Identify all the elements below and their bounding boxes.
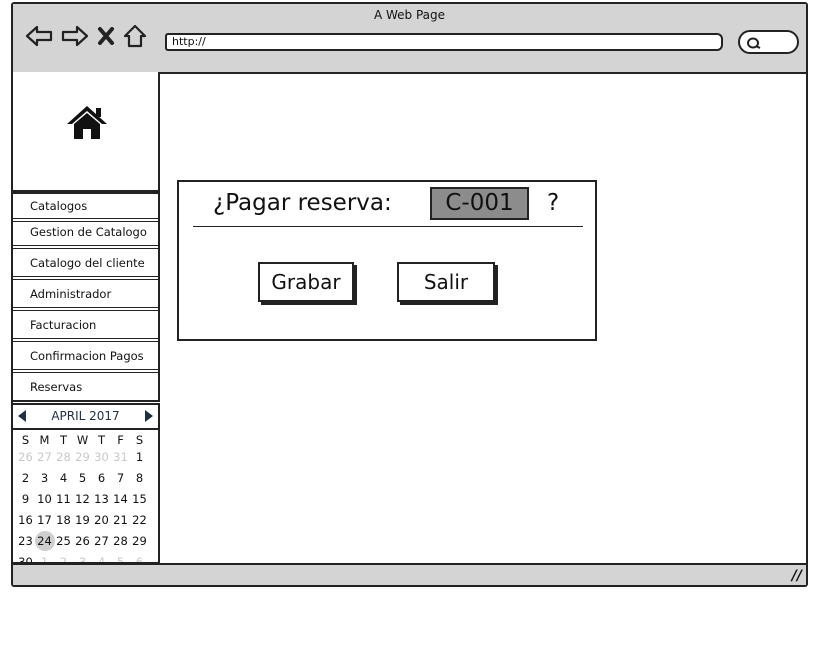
menu-item-administrador[interactable]: Administrador — [13, 284, 156, 304]
calendar-weeks: 26 27 28 29 30 31 1 2 3 4 5 6 7 8 9 10 11 12 13 14 15 16 17 18 1… — [16, 448, 149, 562]
menu-item-facturacion[interactable]: Facturacion — [13, 315, 156, 335]
save-button[interactable]: Grabar — [258, 262, 354, 302]
calendar-day[interactable]: 3 — [35, 469, 54, 490]
status-bar: // — [13, 563, 806, 585]
menu-item-catalogos[interactable]: Catalogos — [13, 196, 156, 216]
calendar-week: 2345678 — [16, 469, 149, 490]
menu-item-reservas[interactable]: Reservas — [13, 377, 156, 397]
calendar-day[interactable]: 31 — [111, 448, 130, 469]
search-button[interactable] — [738, 30, 799, 54]
calendar-week: 16 17 18 19 20 21 22 — [16, 511, 149, 532]
calendar-weekdays: S M T W T F S — [16, 432, 149, 448]
calendar-day[interactable]: 18 — [54, 511, 73, 532]
calendar-day[interactable]: 5 — [73, 469, 92, 490]
calendar-day[interactable]: 10 — [35, 490, 54, 511]
calendar-day[interactable]: 16 — [16, 511, 35, 532]
calendar-grid: S M T W T F S 26 27 28 29 30 31 1 2 3 4 5 6 7 8 9 10 11 1… — [16, 432, 149, 562]
browser-window: A Web Page http:// Catalogos Gestion de … — [11, 2, 808, 587]
calendar-day[interactable]: 24 — [35, 531, 55, 553]
dialog-question-end: ? — [547, 190, 560, 216]
calendar-day[interactable]: 2 — [16, 469, 35, 490]
calendar-day[interactable]: 7 — [111, 469, 130, 490]
dialog-question: ¿Pagar reserva: — [213, 190, 392, 216]
calendar-day[interactable]: 29 — [130, 532, 149, 553]
calendar-day[interactable]: 13 — [92, 490, 111, 511]
calendar-header: APRIL 2017 — [13, 405, 158, 430]
resize-grip-icon[interactable]: // — [792, 568, 802, 584]
calendar-month: APRIL 2017 — [51, 409, 120, 423]
close-icon[interactable] — [97, 26, 115, 46]
browser-toolbar: A Web Page http:// — [13, 4, 806, 74]
calendar-day[interactable]: 17 — [35, 511, 54, 532]
calendar-day[interactable]: 23 — [16, 532, 35, 553]
dialog-divider — [193, 226, 583, 227]
menu-item-gestion-de-catalogo[interactable]: Gestion de Catalogo — [13, 222, 156, 242]
calendar-day[interactable]: 25 — [54, 532, 73, 553]
calendar-day[interactable]: 28 — [111, 532, 130, 553]
calendar-day[interactable]: 21 — [111, 511, 130, 532]
weekday-label: S — [135, 433, 144, 447]
url-input[interactable]: http:// — [165, 33, 723, 51]
calendar-day[interactable]: 6 — [92, 469, 111, 490]
weekday-label: T — [59, 433, 68, 447]
calendar-day[interactable]: 8 — [130, 469, 149, 490]
home-icon[interactable] — [65, 104, 109, 140]
calendar-week: 9 10 11 12 13 14 15 — [16, 490, 149, 511]
nav-buttons — [25, 24, 147, 48]
sidebar-menu: Catalogos Gestion de Catalogo Catalogo d… — [13, 192, 160, 402]
weekday-label: W — [76, 433, 89, 447]
menu-item-confirmacion-pagos[interactable]: Confirmacion Pagos — [13, 346, 156, 366]
calendar-day[interactable]: 9 — [16, 490, 35, 511]
calendar-day[interactable]: 20 — [92, 511, 111, 532]
calendar-week: 23 24 25 26 27 28 29 — [16, 531, 149, 553]
calendar-day[interactable]: 29 — [73, 448, 92, 469]
calendar-day[interactable]: 4 — [54, 469, 73, 490]
calendar-day[interactable]: 12 — [73, 490, 92, 511]
logo-panel — [13, 72, 160, 192]
menu-divider — [13, 369, 158, 373]
menu-divider — [13, 245, 158, 249]
exit-button[interactable]: Salir — [397, 262, 495, 302]
calendar-day[interactable]: 28 — [54, 448, 73, 469]
weekday-label: F — [117, 433, 124, 447]
window-title: A Web Page — [373, 8, 446, 22]
calendar-day[interactable]: 27 — [35, 448, 54, 469]
search-icon — [747, 37, 761, 49]
calendar-day[interactable]: 22 — [130, 511, 149, 532]
weekday-label: M — [39, 433, 50, 447]
forward-icon[interactable] — [61, 25, 89, 47]
menu-divider — [13, 276, 158, 280]
calendar-week: 26 27 28 29 30 31 1 — [16, 448, 149, 469]
menu-item-catalogo-del-cliente[interactable]: Catalogo del cliente — [13, 253, 156, 273]
calendar-day[interactable]: 15 — [130, 490, 149, 511]
calendar-day[interactable]: 19 — [73, 511, 92, 532]
calendar-day[interactable]: 26 — [16, 448, 35, 469]
next-month-icon[interactable] — [145, 410, 153, 422]
calendar-day[interactable]: 26 — [73, 532, 92, 553]
calendar-day[interactable]: 1 — [130, 448, 149, 469]
calendar-day[interactable]: 14 — [111, 490, 130, 511]
weekday-label: S — [21, 433, 30, 447]
menu-divider — [13, 338, 158, 342]
calendar-day[interactable]: 27 — [92, 532, 111, 553]
reservation-code: C-001 — [430, 187, 529, 220]
weekday-label: T — [97, 433, 106, 447]
menu-divider — [13, 307, 158, 311]
calendar-day[interactable]: 11 — [54, 490, 73, 511]
back-icon[interactable] — [25, 25, 53, 47]
pay-reservation-dialog: ¿Pagar reserva: C-001 ? Grabar Salir — [177, 180, 597, 341]
home-icon[interactable] — [123, 24, 147, 48]
calendar-day[interactable]: 30 — [92, 448, 111, 469]
calendar-widget: APRIL 2017 S M T W T F S 26 27 28 29 30 31 1 2 3… — [13, 403, 160, 564]
